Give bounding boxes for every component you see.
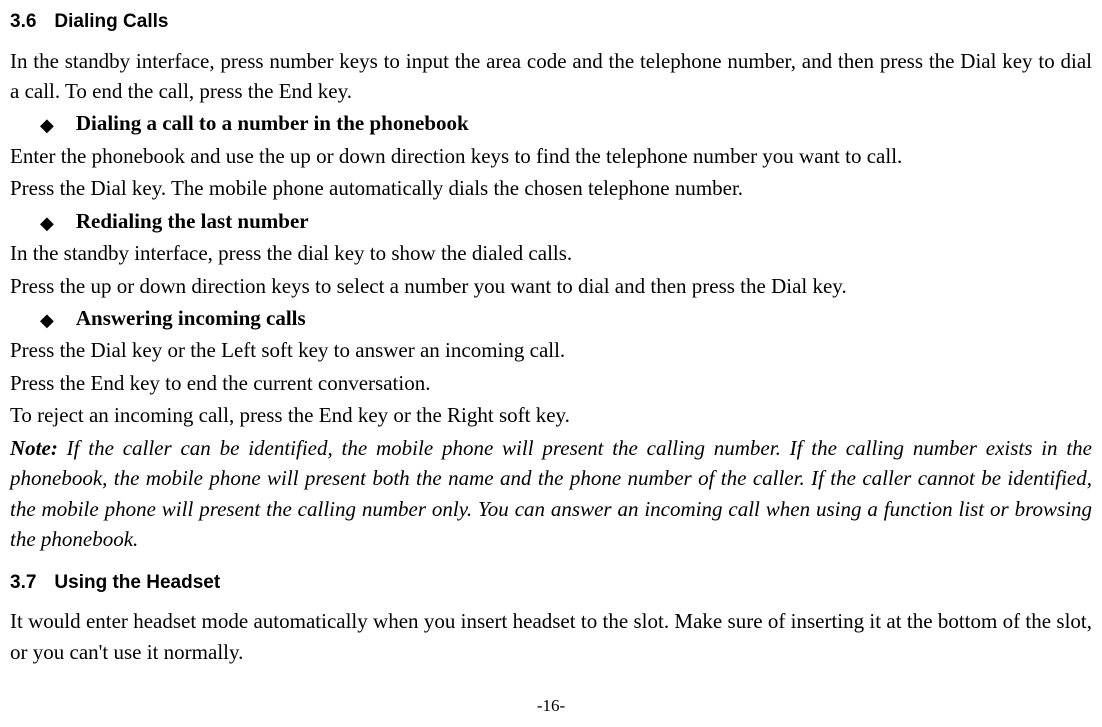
body-text: It would enter headset mode automaticall… [10,606,1092,667]
section-title: Using the Headset [54,572,220,593]
bullet-title: Answering incoming calls [76,303,306,333]
section-heading-3-6: 3.6 Dialing Calls [10,8,1092,36]
body-text: Press the Dial key. The mobile phone aut… [10,173,1092,203]
note-body: If the caller can be identified, the mob… [10,436,1092,551]
section-number: 3.6 [10,8,36,36]
bullet-item-phonebook: ◆ Dialing a call to a number in the phon… [40,108,1092,138]
note-label: Note: [10,436,58,460]
section-heading-3-7: 3.7 Using the Headset [10,569,1092,597]
bullet-title: Dialing a call to a number in the phoneb… [76,108,469,138]
bullet-item-redial: ◆ Redialing the last number [40,206,1092,236]
note-paragraph: Note: If the caller can be identified, t… [10,433,1092,555]
diamond-icon: ◆ [40,311,54,329]
intro-paragraph: In the standby interface, press number k… [10,46,1092,107]
diamond-icon: ◆ [40,116,54,134]
body-text: To reject an incoming call, press the En… [10,400,1092,430]
body-text: Press the Dial key or the Left soft key … [10,335,1092,365]
body-text: In the standby interface, press the dial… [10,238,1092,268]
diamond-icon: ◆ [40,214,54,232]
bullet-item-answering: ◆ Answering incoming calls [40,303,1092,333]
page-number: -16- [0,694,1102,719]
section-title: Dialing Calls [54,11,168,32]
body-text: Press the End key to end the current con… [10,368,1092,398]
section-number: 3.7 [10,569,36,597]
body-text: Enter the phonebook and use the up or do… [10,141,1092,171]
body-text: Press the up or down direction keys to s… [10,271,1092,301]
bullet-title: Redialing the last number [76,206,309,236]
